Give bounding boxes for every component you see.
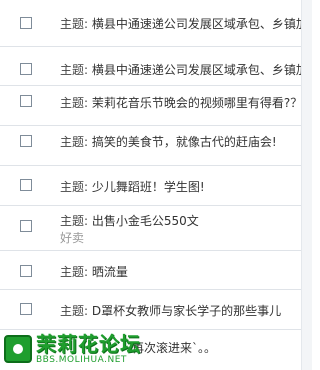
subject-title[interactable]: D罩杯女教师与家长学子的那些事儿	[92, 304, 281, 318]
thread-row[interactable]: 主题: D罩杯女教师与家长学子的那些事儿	[0, 290, 312, 330]
subject-label: 主题:	[60, 265, 89, 279]
site-watermark: 茉莉花论坛 BBS.MOLIHUA.NET	[4, 330, 204, 368]
thread-row[interactable]: 主题: 少儿舞蹈班！学生图!	[0, 166, 312, 206]
thread-list: 主题: 横县中通速递公司发展区域承包、乡镇加 主题: 横县中通速递公司发展区域承…	[0, 0, 312, 330]
row-checkbox[interactable]	[20, 179, 32, 191]
thread-subject[interactable]: 主题: D罩杯女教师与家长学子的那些事儿	[60, 302, 281, 319]
thread-row[interactable]: 主题: 晒流量	[0, 251, 312, 290]
subject-label: 主题:	[60, 135, 89, 149]
subject-title[interactable]: 少儿舞蹈班！学生图!	[92, 180, 205, 194]
thread-subject[interactable]: 主题: 出售小金毛公550文	[60, 212, 199, 229]
row-checkbox[interactable]	[20, 63, 32, 75]
subject-label: 主题:	[60, 180, 89, 194]
subject-label: 主题:	[60, 214, 89, 228]
subject-label: 主题:	[60, 96, 89, 110]
thread-row[interactable]: 主题: 茉莉花音乐节晚会的视频哪里有得看?？	[0, 86, 312, 126]
thread-row[interactable]: 主题: 搞笑的美食节，就像古代的赶庙会!	[0, 126, 312, 166]
watermark-title: 茉莉花论坛	[36, 331, 141, 356]
subject-title[interactable]: 茉莉花音乐节晚会的视频哪里有得看?？	[92, 96, 302, 110]
watermark-url: BBS.MOLIHUA.NET	[36, 354, 127, 365]
subject-title[interactable]: 横县中通速递公司发展区域承包、乡镇加	[92, 63, 308, 77]
thread-summary: 好卖	[60, 231, 85, 245]
subject-title[interactable]: 搞笑的美食节，就像古代的赶庙会!	[92, 135, 277, 149]
thread-subject[interactable]: 主题: 晒流量	[60, 263, 128, 280]
row-checkbox[interactable]	[20, 303, 32, 315]
thread-subject[interactable]: 主题: 横县中通速递公司发展区域承包、乡镇加	[60, 15, 308, 32]
thread-subject[interactable]: 主题: 少儿舞蹈班！学生图!	[60, 178, 205, 195]
thread-row[interactable]: 主题: 横县中通速递公司发展区域承包、乡镇加	[0, 47, 312, 86]
thread-subject[interactable]: 主题: 横县中通速递公司发展区域承包、乡镇加	[60, 61, 308, 78]
thread-row[interactable]: 主题: 出售小金毛公550文 好卖	[0, 206, 312, 251]
subject-label: 主题:	[60, 304, 89, 318]
thread-subject[interactable]: 主题: 搞笑的美食节，就像古代的赶庙会!	[60, 133, 277, 150]
thread-row[interactable]: 主题: 横县中通速递公司发展区域承包、乡镇加	[0, 0, 312, 47]
row-checkbox[interactable]	[20, 220, 32, 232]
row-checkbox[interactable]	[20, 135, 32, 147]
scrollbar-track[interactable]	[301, 0, 312, 370]
row-checkbox[interactable]	[20, 95, 32, 107]
subject-label: 主题:	[60, 63, 89, 77]
subject-title[interactable]: 横县中通速递公司发展区域承包、乡镇加	[92, 17, 308, 31]
subject-title[interactable]: 出售小金毛公550文	[92, 214, 199, 228]
subject-label: 主题:	[60, 17, 89, 31]
thread-subject[interactable]: 主题: 茉莉花音乐节晚会的视频哪里有得看?？	[60, 94, 302, 111]
row-checkbox[interactable]	[20, 17, 32, 29]
row-checkbox[interactable]	[20, 265, 32, 277]
flower-logo-icon	[4, 335, 32, 363]
subject-title[interactable]: 晒流量	[92, 265, 128, 279]
